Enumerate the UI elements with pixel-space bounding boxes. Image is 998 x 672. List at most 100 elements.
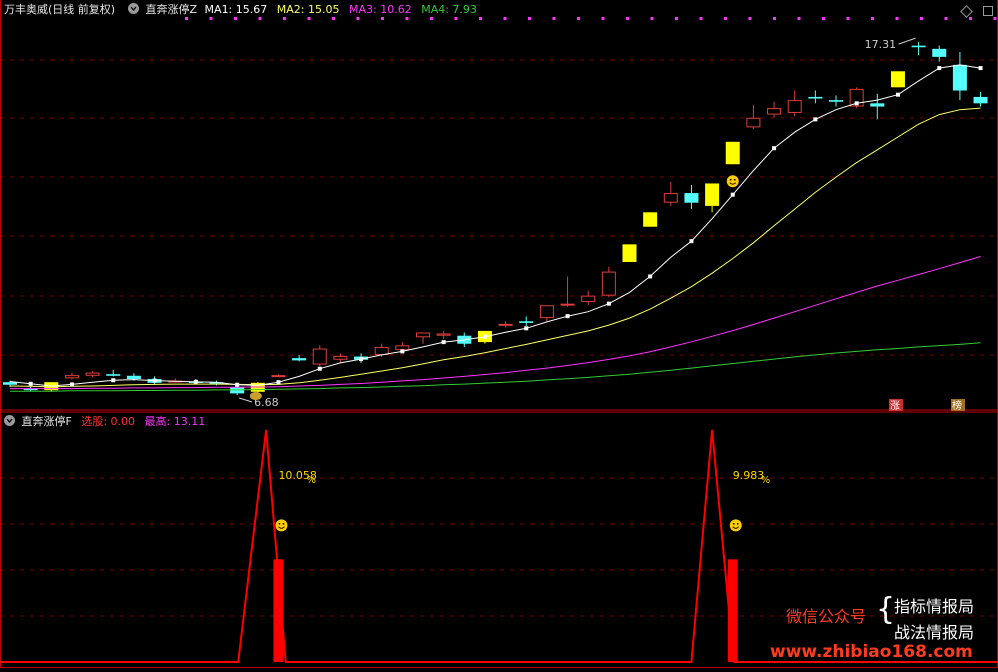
- top-marker-dot: [552, 17, 556, 20]
- high-price-label: 17.31: [865, 38, 897, 51]
- percent-suffix: %: [306, 475, 316, 486]
- ma1-dot: [400, 349, 405, 354]
- ma1-dot: [730, 192, 735, 197]
- stock-title: 万丰奥威(日线 前复权): [4, 2, 115, 18]
- candle-body-up: [312, 348, 327, 365]
- smiley-eye: [278, 522, 281, 525]
- zg-value: 最高: 13.11: [144, 415, 206, 428]
- ma1-dot: [441, 340, 446, 345]
- candle-body-up: [539, 305, 554, 319]
- candle-body-up: [85, 372, 100, 376]
- watermark-line2: 战法情报局: [894, 623, 975, 642]
- percent-label: 9.983: [733, 469, 765, 482]
- ma1-dot: [482, 334, 487, 339]
- indicator-bar: [727, 559, 738, 662]
- indicator-header: 直奔涨停Z MA1: 15.67 MA2: 15.05 MA3: 10.62 M…: [128, 2, 477, 18]
- candle-body-down: [911, 45, 926, 48]
- candle-body-signal: [725, 141, 740, 165]
- ma1-dot: [813, 117, 818, 122]
- ma1-dot: [524, 326, 529, 331]
- top-marker-dot: [773, 17, 776, 20]
- top-marker-dot: [993, 17, 997, 20]
- candle-body-down: [126, 375, 141, 379]
- lower-header: 直奔涨停F 选股: 0.00 最高: 13.11: [4, 414, 205, 430]
- top-marker-dot: [503, 17, 507, 20]
- candle-body-up: [787, 100, 802, 113]
- smiley-icon: [729, 519, 742, 532]
- candle-body-signal: [643, 212, 658, 227]
- top-marker-dot: [920, 17, 923, 20]
- watermark-line1: 指标情报局: [894, 597, 975, 616]
- top-marker-dot: [528, 17, 531, 20]
- candle-body-down: [106, 374, 121, 376]
- top-marker-dot: [871, 17, 874, 20]
- candle-body-down: [808, 96, 823, 99]
- top-marker-dot: [626, 17, 629, 20]
- bang-tag-text: 榜: [952, 399, 962, 412]
- percent-suffix: %: [761, 475, 771, 486]
- candle-body-up: [271, 375, 286, 378]
- candle-body-up: [601, 271, 616, 296]
- candle-body-down: [973, 96, 988, 104]
- top-marker-dot: [748, 17, 752, 20]
- ma1-dot: [276, 380, 281, 385]
- smiley-eye: [732, 522, 735, 525]
- smiley-eye: [733, 178, 736, 181]
- top-marker-dot: [944, 17, 948, 20]
- ma1-dot: [111, 378, 116, 383]
- candle-body-down: [519, 321, 534, 323]
- circle-chevron-icon[interactable]: [4, 415, 15, 426]
- candle-body-up: [498, 323, 513, 326]
- zhang-tag-text: 涨: [890, 400, 900, 412]
- top-marker-dot: [969, 17, 972, 20]
- candle-body-up: [767, 108, 782, 115]
- smiley-eye: [736, 522, 739, 525]
- stock-name: 万丰奥威: [4, 3, 48, 16]
- candle-body-signal: [890, 71, 905, 88]
- top-marker-dot: [601, 17, 605, 20]
- indicator-name: 直奔涨停Z: [145, 3, 198, 16]
- candle-body-signal: [705, 183, 720, 206]
- ma1-dot: [937, 66, 942, 71]
- top-marker-dot: [479, 17, 482, 20]
- ma2-value: MA2: 15.05: [276, 3, 340, 16]
- candle-body-up: [416, 332, 430, 338]
- xg-value: 选股: 0.00: [81, 415, 136, 428]
- smiley-eye: [282, 522, 285, 525]
- smiley-icon: [275, 519, 288, 532]
- top-marker-dot: [650, 17, 654, 20]
- candle-body-down: [829, 100, 843, 102]
- candle-body-up: [560, 303, 575, 306]
- smiley-eye: [729, 178, 732, 181]
- circle-chevron-icon[interactable]: [128, 3, 139, 14]
- ma1-dot: [565, 314, 570, 319]
- ma1-dot: [69, 382, 74, 387]
- ma1-dot: [978, 66, 983, 71]
- period-label: (日线 前复权): [48, 3, 116, 16]
- ma1-dot: [317, 366, 322, 371]
- ma1-dot: [28, 381, 33, 386]
- ma3-value: MA3: 10.62: [348, 3, 412, 16]
- watermark-brace: {: [876, 592, 896, 627]
- candle-body-up: [333, 355, 348, 360]
- candle-body-down: [292, 358, 307, 361]
- window-box-icon[interactable]: [983, 6, 993, 16]
- top-marker-dot: [895, 17, 899, 20]
- ma1-dot: [235, 382, 240, 387]
- candle-body-up: [374, 346, 389, 355]
- ma1-dot: [193, 379, 198, 384]
- ma1-dot: [854, 101, 859, 106]
- price-chart: 17.316.68 涨榜 10.058% 9.983%: [0, 0, 998, 668]
- candle-body-up: [395, 345, 410, 351]
- candle-body-up: [436, 333, 451, 336]
- ma1-dot: [689, 239, 694, 244]
- lower-indicator-name: 直奔涨停F: [21, 415, 72, 428]
- top-marker-dot: [699, 17, 703, 20]
- top-marker-dot: [846, 17, 850, 20]
- top-marker-dot: [577, 17, 580, 20]
- watermark-url: www.zhibiao168.com: [770, 642, 973, 662]
- candle-body-down: [684, 193, 699, 203]
- ma1-dot: [648, 274, 653, 279]
- ma1-dot: [359, 357, 364, 362]
- candle-body-signal: [622, 244, 637, 262]
